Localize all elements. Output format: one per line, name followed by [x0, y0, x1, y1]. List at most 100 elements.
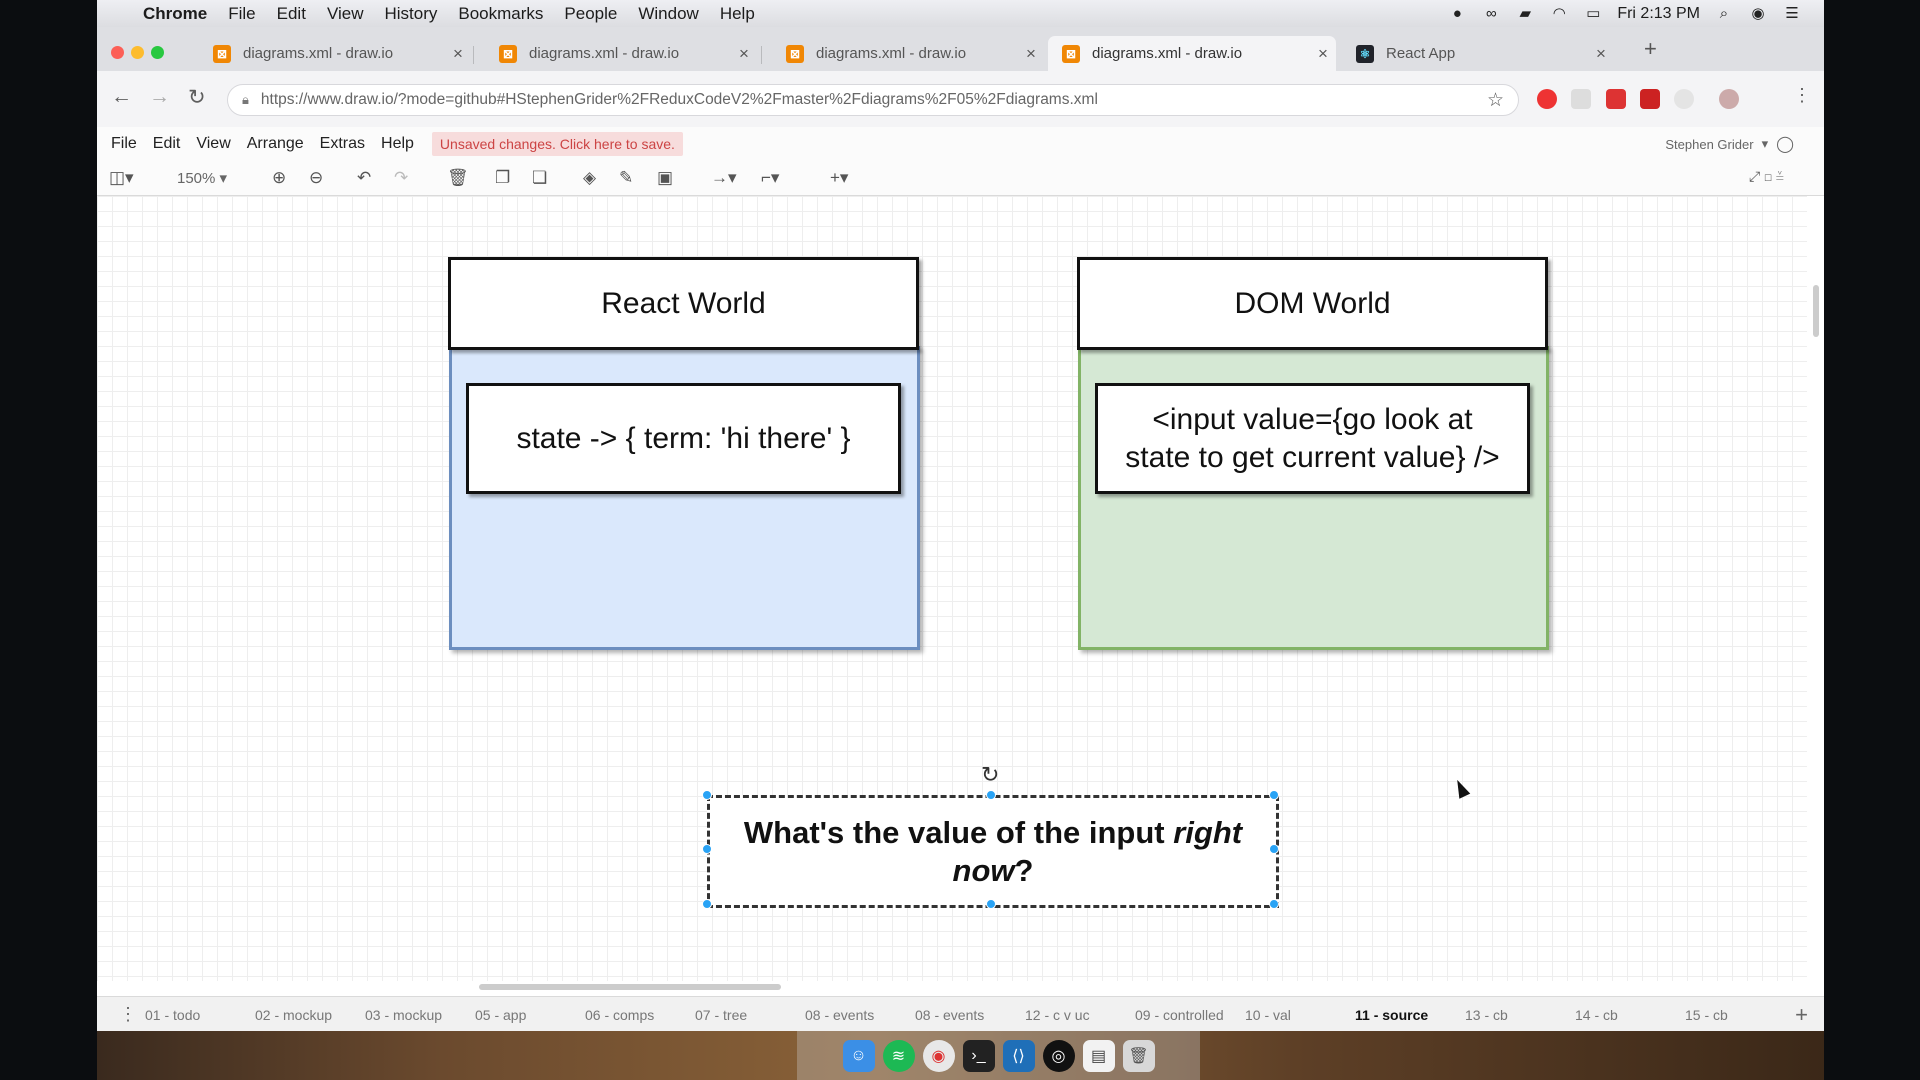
browser-tab[interactable]: ⚛ React App × — [1342, 36, 1614, 71]
pages-menu-icon[interactable]: ⋮ — [119, 1004, 137, 1025]
unsaved-changes-banner[interactable]: Unsaved changes. Click here to save. — [431, 132, 683, 156]
new-tab-button[interactable]: + — [1644, 36, 1657, 62]
chrome-icon[interactable]: ◉ — [922, 1039, 955, 1072]
notification-center-icon[interactable]: ☰ — [1782, 5, 1802, 23]
camera-record-icon[interactable]: ● — [1447, 5, 1467, 23]
menu-window[interactable]: Window — [638, 4, 698, 24]
user-name[interactable]: Stephen Grider — [1665, 137, 1753, 152]
finder-icon[interactable]: ☺ — [842, 1039, 875, 1072]
menu-bookmarks[interactable]: Bookmarks — [458, 4, 543, 24]
undo-icon[interactable]: ↶ — [357, 168, 371, 188]
page-tab[interactable]: 06 - comps — [585, 1007, 654, 1023]
question-box[interactable]: What's the value of the input right now? — [707, 795, 1279, 908]
maximize-window-button[interactable] — [151, 46, 164, 59]
redo-icon[interactable]: ↷ — [394, 168, 408, 188]
page-tab[interactable]: 01 - todo — [145, 1007, 200, 1023]
browser-tab-active[interactable]: ⊠ diagrams.xml - draw.io × — [1048, 36, 1336, 71]
page-tab-active[interactable]: 11 - source — [1355, 1007, 1428, 1023]
page-tab[interactable]: 08 - events — [915, 1007, 984, 1023]
close-tab-icon[interactable]: × — [1588, 44, 1614, 64]
close-tab-icon[interactable]: × — [1310, 44, 1336, 64]
battery-icon[interactable]: ▭ — [1583, 5, 1603, 23]
browser-tab[interactable]: ⊠ diagrams.xml - draw.io × — [199, 36, 471, 71]
resize-handle[interactable] — [986, 899, 996, 909]
extension-icon[interactable] — [1606, 89, 1626, 109]
extension-icon[interactable] — [1640, 89, 1660, 109]
spotlight-search-icon[interactable]: ⌕ — [1714, 5, 1734, 23]
resize-handle[interactable] — [702, 790, 712, 800]
forward-icon[interactable]: → — [149, 85, 170, 109]
chrome-menu-icon[interactable]: ⋮ — [1793, 85, 1811, 106]
fill-color-icon[interactable]: ◈ — [583, 168, 596, 188]
page-tab[interactable]: 08 - events — [805, 1007, 874, 1023]
page-tab[interactable]: 07 - tree — [695, 1007, 747, 1023]
extension-icon[interactable] — [1571, 89, 1591, 109]
diagram-canvas[interactable]: React World state -> { term: 'hi there' … — [97, 196, 1807, 981]
resize-handle[interactable] — [702, 899, 712, 909]
back-icon[interactable]: ← — [111, 85, 132, 109]
page-tab[interactable]: 03 - mockup — [365, 1007, 442, 1023]
clock[interactable]: Fri 2:13 PM — [1617, 5, 1700, 23]
zoom-out-icon[interactable]: ⊖ — [309, 168, 323, 188]
page-tab[interactable]: 09 - controlled — [1135, 1007, 1224, 1023]
trash-icon[interactable]: 🗑︎ — [1122, 1039, 1155, 1072]
zoom-in-icon[interactable]: ⊕ — [272, 168, 286, 188]
connection-icon[interactable]: →▾ — [711, 168, 737, 188]
page-tab[interactable]: 02 - mockup — [255, 1007, 332, 1023]
bookmark-star-icon[interactable]: ☆ — [1487, 89, 1504, 112]
drawio-menu-help[interactable]: Help — [381, 135, 414, 153]
page-tab[interactable]: 14 - cb — [1575, 1007, 1618, 1023]
to-back-icon[interactable]: ❏ — [532, 168, 547, 188]
react-world-title[interactable]: React World — [448, 257, 919, 350]
terminal-icon[interactable]: ›_ — [962, 1039, 995, 1072]
browser-tab[interactable]: ⊠ diagrams.xml - draw.io × — [772, 36, 1044, 71]
menu-file[interactable]: File — [228, 4, 255, 24]
vscode-icon[interactable]: ⟨⟩ — [1002, 1039, 1035, 1072]
menu-view[interactable]: View — [327, 4, 364, 24]
minimize-window-button[interactable] — [131, 46, 144, 59]
resize-handle[interactable] — [1269, 790, 1279, 800]
resize-handle[interactable] — [986, 790, 996, 800]
resize-handle[interactable] — [702, 844, 712, 854]
chevron-down-icon[interactable]: ▾ — [1762, 136, 1769, 152]
dom-input-box[interactable]: <input value={go look at state to get cu… — [1095, 383, 1530, 494]
profile-avatar[interactable] — [1719, 89, 1739, 109]
menu-people[interactable]: People — [564, 4, 617, 24]
close-tab-icon[interactable]: × — [731, 44, 757, 64]
resize-handle[interactable] — [1269, 844, 1279, 854]
page-tab[interactable]: 15 - cb — [1685, 1007, 1728, 1023]
drawio-menu-file[interactable]: File — [111, 135, 137, 153]
page-tab[interactable]: 10 - val — [1245, 1007, 1291, 1023]
waypoints-icon[interactable]: ⌐▾ — [761, 168, 779, 188]
insert-icon[interactable]: +▾ — [830, 168, 848, 188]
page-tab[interactable]: 12 - c v uc — [1025, 1007, 1090, 1023]
close-window-button[interactable] — [111, 46, 124, 59]
react-state-box[interactable]: state -> { term: 'hi there' } — [466, 383, 901, 494]
horizontal-scrollbar[interactable] — [479, 984, 781, 990]
obs-icon[interactable]: ◎ — [1042, 1039, 1075, 1072]
close-tab-icon[interactable]: × — [445, 44, 471, 64]
line-color-icon[interactable]: ✎ — [619, 168, 633, 188]
reload-icon[interactable]: ↻ — [188, 85, 206, 110]
page-tab[interactable]: 05 - app — [475, 1007, 526, 1023]
format-panel-icon[interactable]: ◫▾ — [109, 168, 134, 188]
shadow-icon[interactable]: ▣ — [657, 168, 673, 188]
close-tab-icon[interactable]: × — [1018, 44, 1044, 64]
resize-handle[interactable] — [1269, 899, 1279, 909]
drawio-menu-extras[interactable]: Extras — [320, 135, 365, 153]
to-front-icon[interactable]: ❐ — [495, 168, 510, 188]
dom-world-title[interactable]: DOM World — [1077, 257, 1548, 350]
menu-app-name[interactable]: Chrome — [143, 4, 207, 24]
fullscreen-icon[interactable]: ⤢ ◻ ≚ — [1749, 168, 1784, 185]
vertical-scrollbar[interactable] — [1813, 285, 1819, 337]
documents-icon[interactable]: ▤ — [1082, 1039, 1115, 1072]
rotate-handle-icon[interactable]: ↻ — [981, 762, 999, 788]
wifi-icon[interactable]: ◠ — [1549, 5, 1569, 23]
drawio-menu-arrange[interactable]: Arrange — [247, 135, 304, 153]
glasses-icon[interactable]: ∞ — [1481, 5, 1501, 23]
delete-icon[interactable]: 🗑︎ — [447, 168, 469, 188]
url-input[interactable]: 🔒︎ https://www.draw.io/?mode=github#HSte… — [227, 84, 1519, 116]
globe-icon[interactable]: ◯ — [1776, 134, 1794, 154]
menu-edit[interactable]: Edit — [277, 4, 306, 24]
siri-icon[interactable]: ◉ — [1748, 5, 1768, 23]
